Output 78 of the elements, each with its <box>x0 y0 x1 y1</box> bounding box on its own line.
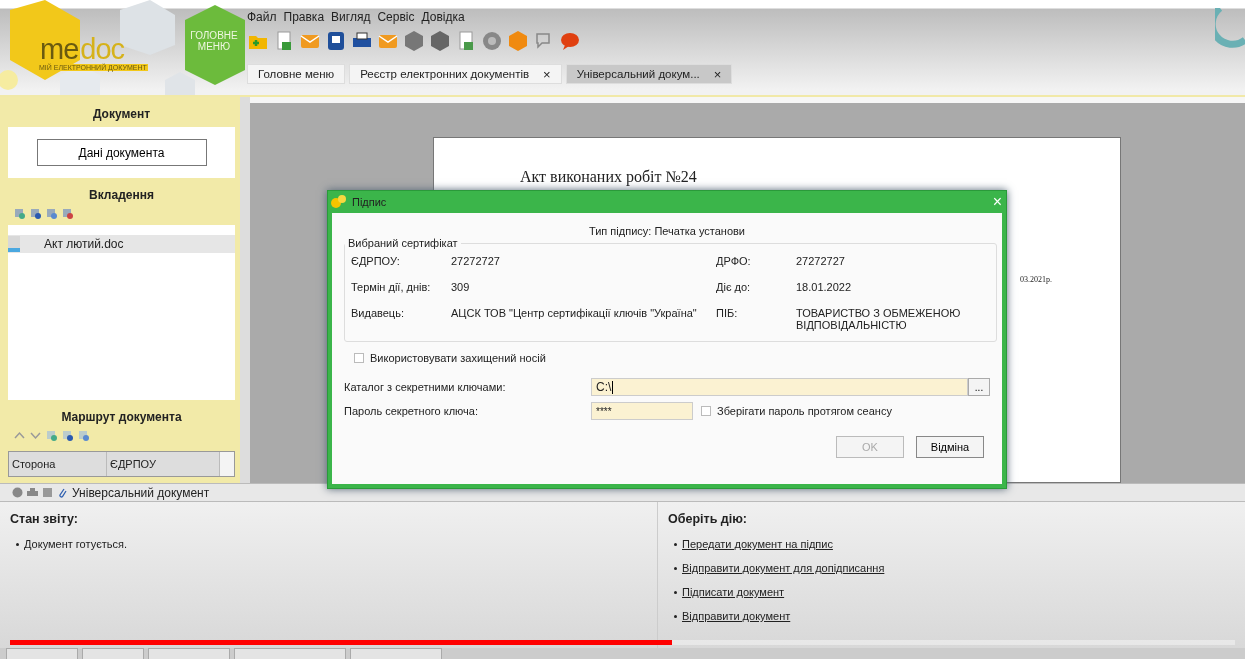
attachment-tool-icon[interactable] <box>46 208 57 219</box>
action-link[interactable]: Відправити документ <box>682 610 791 622</box>
field-label: ПІБ: <box>716 307 739 319</box>
brand-logo: medoc <box>40 34 125 64</box>
section-title: Документ <box>91 106 152 123</box>
menu-item[interactable]: Довідка <box>421 10 465 24</box>
route-tool-icon[interactable] <box>62 430 73 441</box>
checkbox[interactable] <box>354 353 364 363</box>
hexagon-icon[interactable] <box>403 30 425 52</box>
route-tool-icon[interactable] <box>46 430 57 441</box>
field-label: Каталог з секретними ключами: <box>344 381 507 393</box>
loading-spinner-icon <box>1215 8 1245 48</box>
action-link[interactable]: Відправити документ для допідписання <box>682 562 885 574</box>
paperclip-icon[interactable] <box>57 487 68 498</box>
field-value: 309 <box>451 281 471 293</box>
bullet-icon <box>674 614 677 618</box>
menu-item[interactable]: Вигляд <box>331 10 371 24</box>
video-progress-bar[interactable] <box>10 640 1235 645</box>
scrollbar[interactable] <box>220 452 234 476</box>
field-value: 27272727 <box>796 255 846 267</box>
checkbox-label: Використовувати захищений носій <box>370 352 546 364</box>
bullet-icon <box>674 590 677 594</box>
section-title: Вкладення <box>88 187 155 204</box>
document-tab[interactable]: Універсальний докум... × <box>565 64 733 84</box>
field-label: Термін дії, днів: <box>351 281 432 293</box>
bottom-tab[interactable] <box>6 648 78 659</box>
bottom-tab[interactable] <box>82 648 144 659</box>
signature-type: Тип підпису: Печатка установи <box>587 225 746 237</box>
menu-item[interactable]: Сервіс <box>377 10 415 24</box>
document-tab[interactable]: Головне меню <box>247 64 346 84</box>
route-tool-icon[interactable] <box>78 430 89 441</box>
status-item: Документ готується. <box>24 538 128 550</box>
field-value: 27272727 <box>451 255 501 267</box>
attachment-item[interactable]: Акт лютий.doc <box>8 235 235 253</box>
attachment-tool-icon[interactable] <box>14 208 25 219</box>
save-icon[interactable] <box>325 30 347 52</box>
bottom-tab[interactable] <box>350 648 442 659</box>
checkbox[interactable] <box>701 406 711 416</box>
file-icon <box>8 236 20 252</box>
actions-title: Оберіть дію: <box>668 512 749 526</box>
cancel-button[interactable]: Відміна <box>916 436 984 458</box>
checkbox-label: Зберігати пароль протягом сеансу <box>717 405 892 417</box>
field-value: АЦСК ТОВ "Центр сертифікації ключів "Україна" <box>451 307 698 319</box>
document-tab[interactable]: Реєстр електронних документів × <box>349 64 562 84</box>
bottom-tab[interactable] <box>148 648 230 659</box>
document-data-button[interactable]: Дані документа <box>36 139 207 166</box>
status-title: Стан звіту: <box>10 512 79 526</box>
field-label: Видавець: <box>351 307 405 319</box>
column-header: Сторона <box>9 452 107 476</box>
menu-item[interactable]: Правка <box>283 10 325 24</box>
bullet-icon <box>16 542 19 546</box>
action-link[interactable]: Підписати документ <box>682 586 785 598</box>
bottom-tab[interactable] <box>234 648 346 659</box>
group-title: Вибраний сертифікат <box>347 237 459 249</box>
input-field[interactable]: C:\ <box>591 378 968 396</box>
speech-bubble-icon[interactable] <box>559 30 581 52</box>
menu-item[interactable]: Файл <box>247 10 277 24</box>
field-label: ЄДРПОУ: <box>351 255 401 267</box>
attachment-tool-icon[interactable] <box>30 208 41 219</box>
browse-button[interactable]: ... <box>968 378 990 396</box>
section-title: Маршрут документа <box>60 409 183 426</box>
field-label: Пароль секретного ключа: <box>344 405 479 417</box>
bullet-icon <box>674 566 677 570</box>
field-label: ДРФО: <box>716 255 752 267</box>
attachment-tool-icon[interactable] <box>62 208 73 219</box>
document-title: Акт виконаних робіт №24 <box>520 168 698 186</box>
app-icon <box>330 194 348 210</box>
disk-icon[interactable] <box>12 487 23 498</box>
action-link[interactable]: Передати документ на підпис <box>682 538 833 550</box>
field-value: ТОВАРИСТВО З ОБМЕЖЕНОЮ ВІДПОВІДАЛЬНІСТЮ <box>796 307 962 331</box>
document-date: 03.2021р. <box>1020 275 1052 284</box>
panel-title: Універсальний документ <box>72 485 210 500</box>
field-label: Діє до: <box>716 281 752 293</box>
password-field[interactable]: **** <box>591 402 693 420</box>
hexagon-icon[interactable] <box>429 30 451 52</box>
field-value: 18.01.2022 <box>796 281 853 293</box>
dialog-title: Підпис <box>352 196 387 208</box>
bullet-icon <box>674 542 677 546</box>
